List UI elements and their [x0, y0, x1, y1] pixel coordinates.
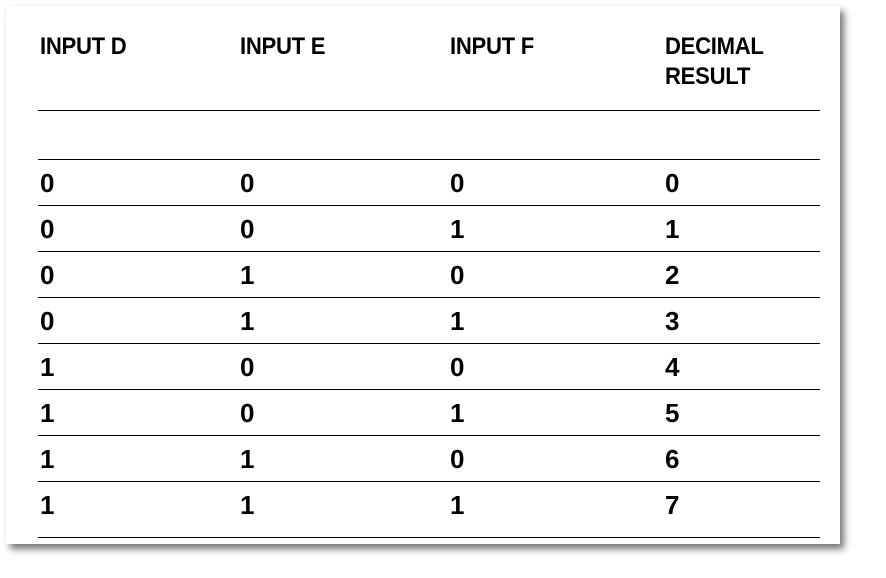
truth-table: INPUT D INPUT E INPUT F DECIMAL RESULT 0…	[38, 28, 820, 538]
table-row: 0 1 0 2	[38, 252, 820, 298]
cell-input-f: 0	[450, 352, 465, 382]
cell-decimal-result: 1	[665, 214, 680, 244]
truth-table-card: INPUT D INPUT E INPUT F DECIMAL RESULT 0…	[6, 6, 840, 544]
header-input-e: INPUT E	[240, 33, 326, 60]
table-row: 1 0 0 4	[38, 344, 820, 390]
cell-input-e: 0	[240, 168, 255, 198]
cell-input-e: 0	[240, 398, 255, 428]
cell-input-d: 0	[40, 168, 55, 198]
cell-decimal-result: 3	[665, 306, 680, 336]
table-row: 1 1 1 7	[38, 482, 820, 538]
cell-input-e: 1	[240, 490, 255, 520]
cell-input-f: 1	[450, 306, 465, 336]
cell-input-d: 0	[40, 306, 55, 336]
header-decimal-line2: RESULT	[665, 63, 751, 90]
table-row: 1 1 0 6	[38, 436, 820, 482]
cell-input-d: 0	[40, 260, 55, 290]
cell-input-f: 0	[450, 260, 465, 290]
cell-input-d: 1	[40, 444, 55, 474]
cell-input-d: 1	[40, 398, 55, 428]
cell-input-e: 0	[240, 214, 255, 244]
cell-decimal-result: 6	[665, 444, 680, 474]
cell-input-d: 1	[40, 352, 55, 382]
cell-decimal-result: 0	[665, 168, 680, 198]
cell-input-f: 1	[450, 214, 465, 244]
cell-decimal-result: 2	[665, 260, 680, 290]
cell-input-e: 1	[240, 306, 255, 336]
header-decimal-line1: DECIMAL	[665, 33, 764, 60]
header-spacer	[38, 111, 820, 160]
table-row: 0 0 0 0	[38, 160, 820, 206]
cell-input-e: 0	[240, 352, 255, 382]
cell-input-e: 1	[240, 260, 255, 290]
cell-input-f: 0	[450, 444, 465, 474]
header-input-f: INPUT F	[450, 33, 534, 60]
cell-decimal-result: 4	[665, 352, 680, 382]
table-header: INPUT D INPUT E INPUT F DECIMAL RESULT	[38, 28, 820, 111]
cell-input-d: 0	[40, 214, 55, 244]
cell-input-f: 1	[450, 398, 465, 428]
table-row: 1 0 1 5	[38, 390, 820, 436]
cell-input-d: 1	[40, 490, 55, 520]
cell-input-f: 1	[450, 490, 465, 520]
table-row: 0 1 1 3	[38, 298, 820, 344]
header-decimal-result: DECIMAL RESULT	[665, 32, 764, 92]
cell-input-f: 0	[450, 168, 465, 198]
cell-decimal-result: 5	[665, 398, 680, 428]
header-input-d: INPUT D	[40, 33, 127, 60]
cell-decimal-result: 7	[665, 490, 680, 520]
cell-input-e: 1	[240, 444, 255, 474]
table-row: 0 0 1 1	[38, 206, 820, 252]
